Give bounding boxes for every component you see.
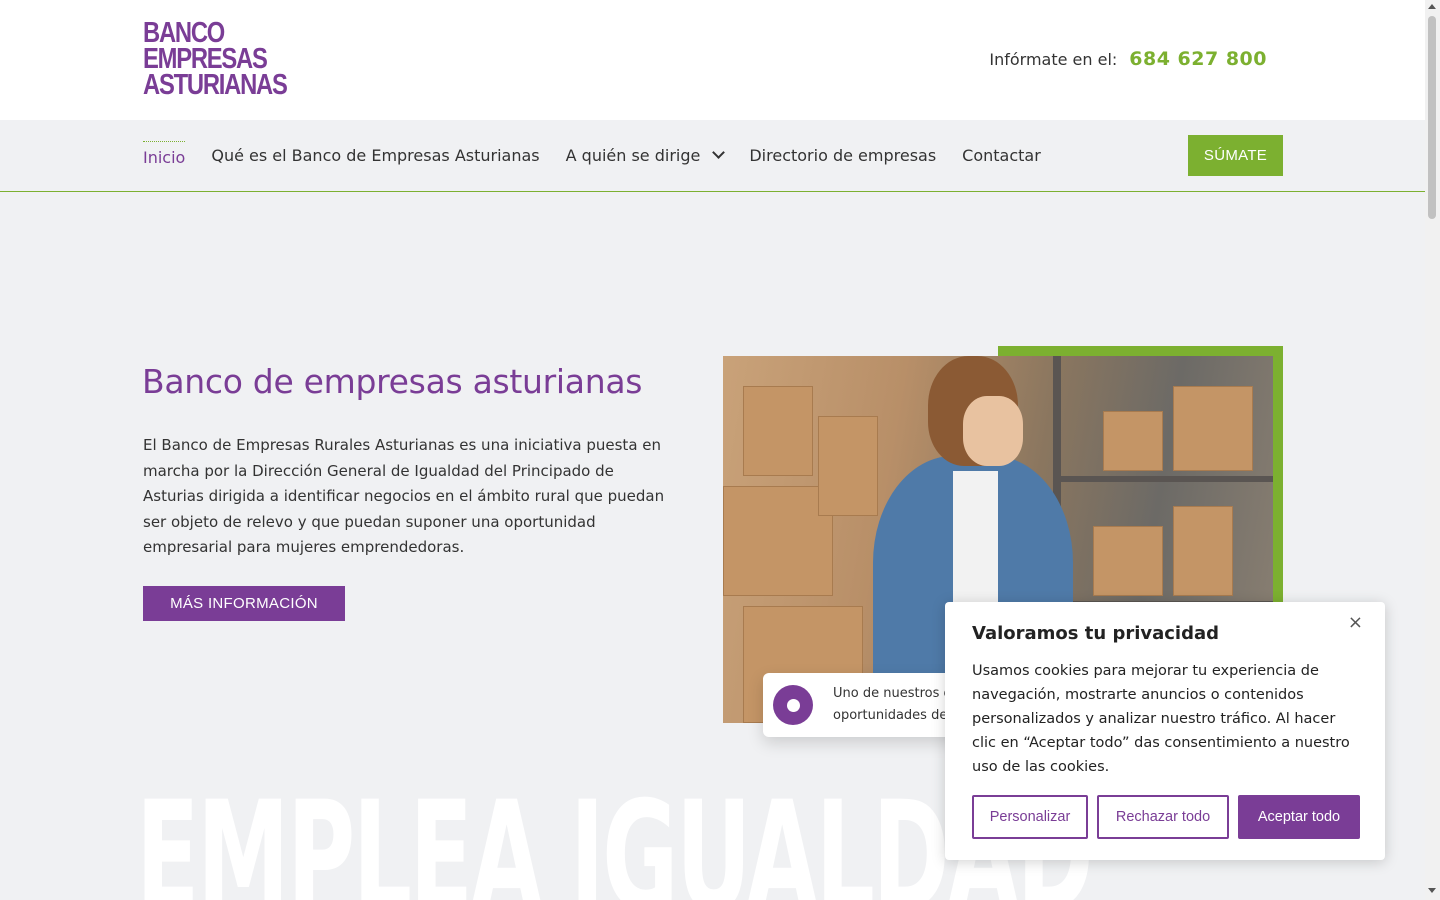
nav-item-inicio[interactable]: Inicio: [143, 140, 186, 167]
reject-all-button[interactable]: Rechazar todo: [1097, 795, 1229, 839]
page-title: Banco de empresas asturianas: [142, 362, 643, 401]
caption-line-1: Uno de nuestros o: [833, 686, 952, 701]
scrollbar-thumb[interactable]: [1428, 16, 1436, 219]
accept-all-button[interactable]: Aceptar todo: [1238, 795, 1360, 839]
hero-description: El Banco de Empresas Rurales Asturianas …: [143, 436, 665, 556]
cookie-title: Valoramos tu privacidad: [972, 623, 1220, 644]
more-info-button[interactable]: MÁS INFORMACIÓN: [143, 586, 345, 621]
site-header: BANCO EMPRESAS ASTURIANAS Infórmate en e…: [0, 0, 1425, 120]
caption-line-2: oportunidades de: [833, 708, 948, 723]
logo-line-3: ASTURIANAS: [143, 69, 288, 101]
phone-info: Infórmate en el: 684 627 800: [989, 48, 1267, 70]
nav-item-a-quien-se-dirige[interactable]: A quién se dirige: [565, 146, 726, 165]
nav-item-contactar[interactable]: Contactar: [962, 146, 1041, 165]
customize-button[interactable]: Personalizar: [972, 795, 1088, 839]
scroll-up-arrow-icon[interactable]: [1428, 4, 1436, 9]
nav-item-directorio[interactable]: Directorio de empresas: [749, 146, 936, 165]
cookie-consent-dialog: × Valoramos tu privacidad Usamos cookies…: [945, 602, 1385, 860]
page-scrollbar[interactable]: [1425, 0, 1440, 900]
nav-item-a-quien-label: A quién se dirige: [565, 146, 701, 165]
scroll-down-arrow-icon[interactable]: [1428, 888, 1436, 893]
phone-number-link[interactable]: 684 627 800: [1129, 48, 1267, 70]
sumate-button[interactable]: SÚMATE: [1188, 135, 1283, 176]
nav-item-que-es[interactable]: Qué es el Banco de Empresas Asturianas: [211, 146, 539, 165]
phone-label: Infórmate en el:: [989, 50, 1118, 69]
record-icon: [773, 685, 813, 725]
close-icon[interactable]: ×: [1348, 612, 1363, 633]
site-logo[interactable]: BANCO EMPRESAS ASTURIANAS: [143, 19, 288, 101]
chevron-down-icon: [712, 146, 726, 159]
cookie-description: Usamos cookies para mejorar tu experienc…: [972, 663, 1350, 775]
